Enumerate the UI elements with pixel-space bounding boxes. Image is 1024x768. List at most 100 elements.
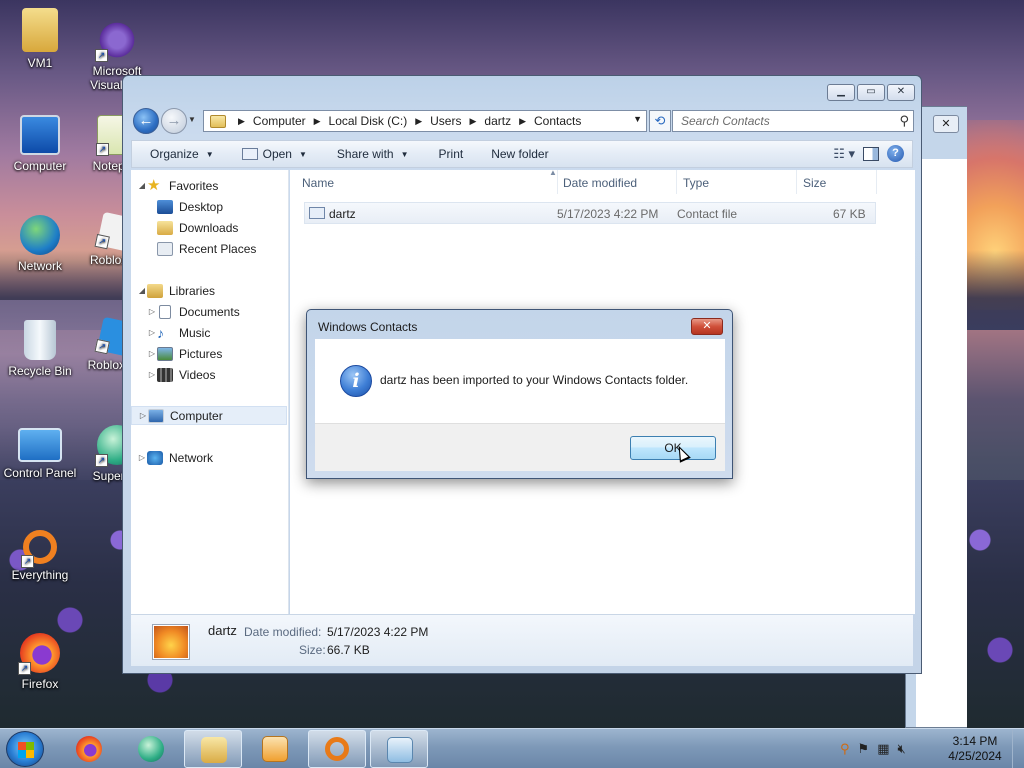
nav-videos[interactable]: ▷ Videos [147,365,303,384]
column-header-date-modified[interactable]: Date modified [557,170,677,194]
taskbar-media-player[interactable] [246,730,304,768]
dialog-message: dartz has been imported to your Windows … [380,373,689,387]
computer-icon [148,408,164,423]
collapse-arrow-icon[interactable]: ▷ [147,349,157,358]
address-dropdown-icon[interactable]: ▼ [633,114,642,124]
firefox-icon [76,736,102,762]
details-file-name: dartz [208,623,237,638]
open-label: Open [262,147,292,161]
command-bar: Organize ▼ Open ▼ Share with ▼ Print New fo… [131,140,913,168]
nav-music[interactable]: ▷ ♪ Music [147,323,303,342]
navigation-pane: ◢ ★ Favorites Desktop Downloads Recent P… [131,170,289,614]
background-window-close-button[interactable]: ✕ [933,115,959,133]
collapse-arrow-icon[interactable]: ▷ [138,411,148,420]
search-input[interactable]: Search Contacts ⚲ [672,110,914,132]
desktop-icon-network[interactable]: Network [0,215,80,273]
recent-pages-dropdown[interactable]: ▼ [188,115,198,125]
breadcrumb-local-disk[interactable]: Local Disk (C:) [329,114,408,128]
desktop-icon-computer[interactable]: Computer [0,115,80,173]
forward-button[interactable]: → [161,108,187,134]
back-button[interactable]: ← [133,108,159,134]
desktop-icon-label: Control Panel [3,466,77,480]
search-magnifier-icon [325,737,349,761]
preview-pane-icon[interactable] [863,146,879,161]
file-row[interactable]: dartz 5/17/2023 4:22 PM Contact file 67 … [304,202,876,224]
taskbar-clock[interactable]: 3:14 PM 4/25/2024 [942,734,1008,764]
desktop-icon-vm1[interactable]: VM1 [0,8,80,70]
desktop-icon [157,199,173,214]
collapse-arrow-icon[interactable]: ▷ [147,307,157,316]
collapse-arrow-icon[interactable]: ▷ [147,370,157,379]
nav-documents[interactable]: ▷ Documents [147,302,303,321]
share-with-button[interactable]: Share with ▼ [337,147,409,161]
details-date-label: Date modified: [244,625,322,639]
sort-indicator-icon: ▲ [549,168,557,177]
nav-libraries[interactable]: ◢ Libraries [137,281,293,300]
show-desktop-button[interactable] [1012,729,1024,768]
action-center-flag-icon[interactable]: ⚑ [858,741,870,757]
chevron-right-icon: ▶ [238,115,245,126]
new-folder-button[interactable]: New folder [491,147,548,161]
collapse-arrow-icon[interactable]: ▷ [147,328,157,337]
column-header-name[interactable]: Name [296,170,558,194]
column-header-size[interactable]: Size [797,170,877,194]
nav-label: Desktop [179,199,224,214]
organize-button[interactable]: Organize ▼ [150,147,214,161]
nav-label: Videos [179,367,216,382]
expand-arrow-icon[interactable]: ◢ [137,286,147,295]
taskbar-everything[interactable] [308,730,366,768]
desktop-icon-firefox[interactable]: ↗ Firefox [0,633,80,691]
details-size-value: 66.7 KB [327,643,370,657]
documents-icon [159,304,171,319]
recycle-bin-icon [24,320,56,360]
nav-network[interactable]: ▷ Network [137,448,293,467]
nav-label: Recent Places [179,241,257,256]
folder-user-icon [22,8,58,52]
desktop-icon-everything[interactable]: ↗ Everything [0,530,80,582]
network-icon [147,450,163,465]
taskbar-firefox[interactable] [60,730,118,768]
desktop-icon-recycle-bin[interactable]: Recycle Bin [0,320,80,378]
column-header-type[interactable]: Type [677,170,797,194]
expand-arrow-icon[interactable]: ◢ [137,181,147,190]
breadcrumb-computer[interactable]: Computer [253,114,306,128]
network-tray-icon[interactable]: ▦ [877,741,889,757]
breadcrumb-dartz[interactable]: dartz [484,114,511,128]
info-icon: i [340,365,372,397]
recent-places-icon [157,241,173,256]
views-icon[interactable]: ☷ ▾ [833,146,855,162]
search-icon[interactable]: ⚲ [899,113,909,129]
volume-muted-icon[interactable]: 🔇︎ [897,741,905,757]
desktop-icon-label: Firefox [21,677,59,691]
address-bar[interactable]: ▶ Computer ▶ Local Disk (C:) ▶ Users ▶ d… [203,110,647,132]
system-tray: ⚲ ⚑ ▦ 🔇︎ [840,741,906,757]
print-button[interactable]: Print [439,147,464,161]
dialog-close-button[interactable]: ✕ [691,318,723,335]
breadcrumb-contacts[interactable]: Contacts [534,114,581,128]
taskbar-explorer[interactable] [184,730,242,768]
minimize-button[interactable]: ▁ [827,84,855,101]
nav-favorites[interactable]: ◢ ★ Favorites [137,176,293,195]
chevron-right-icon: ▶ [313,115,321,126]
firefox-icon: ↗ [18,633,60,675]
media-player-icon [262,736,288,762]
window-caption-buttons: ▁ ▭ ✕ [827,84,915,101]
refresh-button[interactable]: ⟲ [649,110,671,132]
help-icon[interactable]: ? [887,145,904,162]
nav-pictures[interactable]: ▷ Pictures [147,344,303,363]
desktop-icon-label: VM1 [27,56,53,70]
nav-label: Documents [179,304,240,319]
nav-computer[interactable]: ▷ Computer [131,406,287,425]
desktop-icon-control-panel[interactable]: Control Panel [0,428,80,480]
collapse-arrow-icon[interactable]: ▷ [137,453,147,462]
taskbar-supernova[interactable] [122,730,180,768]
taskbar-windows-contacts[interactable] [370,730,428,768]
open-button[interactable]: Open ▼ [241,147,307,161]
close-button[interactable]: ✕ [887,84,915,101]
maximize-button[interactable]: ▭ [857,84,885,101]
nav-label: Favorites [169,178,219,193]
breadcrumb-users[interactable]: Users [430,114,461,128]
search-tray-icon[interactable]: ⚲ [840,741,850,757]
start-button[interactable] [6,731,44,767]
windows-contacts-dialog: Windows Contacts ✕ i dartz has been impo… [306,309,733,479]
